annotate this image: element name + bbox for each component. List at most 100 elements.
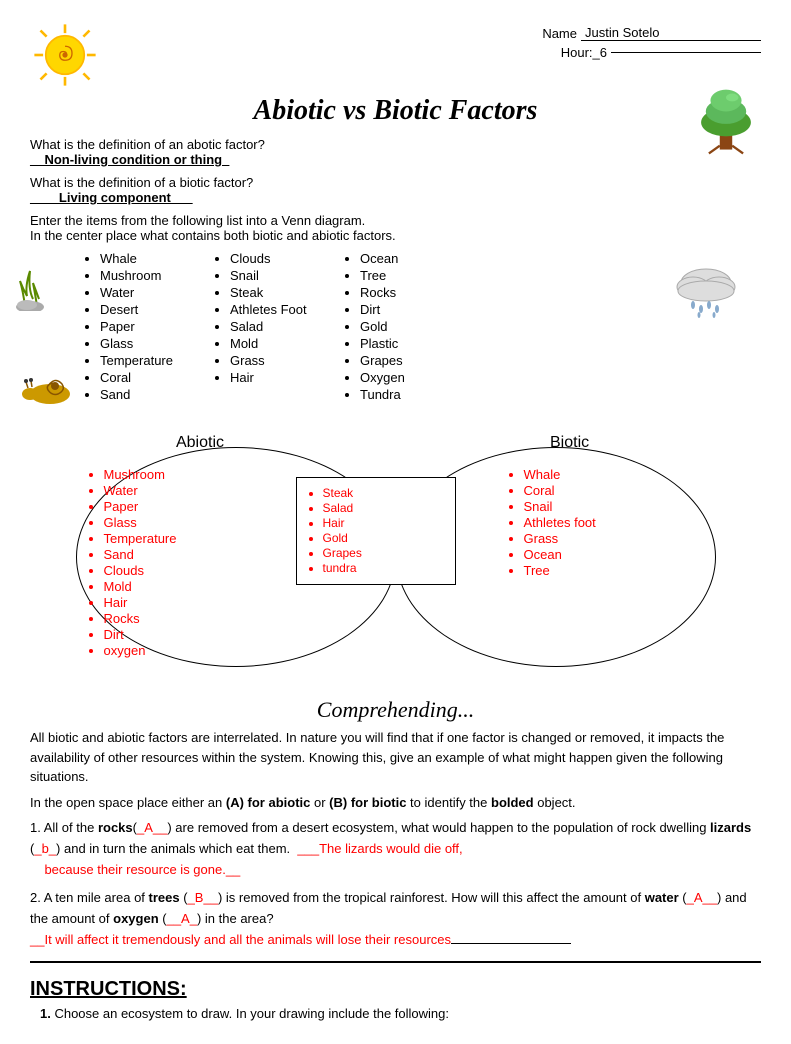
list-column-2: Clouds Snail Steak Athletes Foot Salad M… bbox=[210, 251, 330, 404]
biotic-answer: ____Living component___ bbox=[30, 190, 761, 205]
list-item: Snail bbox=[230, 268, 330, 283]
venn-center-item: tundra bbox=[323, 561, 447, 575]
biotic-def-section: What is the definition of a biotic facto… bbox=[30, 175, 761, 205]
instructions-item-1: 1. Choose an ecosystem to draw. In your … bbox=[40, 1006, 761, 1021]
list-item: Dirt bbox=[360, 302, 460, 317]
q1-text: 1. All of the rocks(_A__) are removed fr… bbox=[30, 818, 761, 860]
definitions-section: What is the definition of an abotic fact… bbox=[30, 137, 761, 167]
question-1: 1. All of the rocks(_A__) are removed fr… bbox=[30, 818, 761, 880]
item-list-section: Whale Mushroom Water Desert Paper Glass … bbox=[30, 251, 761, 404]
list-item: Sand bbox=[100, 387, 200, 402]
list-item: Paper bbox=[100, 319, 200, 334]
venn-list-item: Mushroom bbox=[104, 467, 286, 482]
title-row: Abiotic vs Biotic Factors bbox=[30, 95, 761, 127]
venn-left-list: Mushroom Water Paper Glass Temperature S… bbox=[86, 467, 286, 658]
list-item: Clouds bbox=[230, 251, 330, 266]
list-item: Oxygen bbox=[360, 370, 460, 385]
list-item: Whale bbox=[100, 251, 200, 266]
venn-right-list: Whale Coral Snail Athletes foot Grass Oc… bbox=[506, 467, 706, 578]
list-item: Grapes bbox=[360, 353, 460, 368]
venn-list-item: Grass bbox=[524, 531, 706, 546]
comprehending-para2: In the open space place either an (A) fo… bbox=[30, 793, 761, 813]
comprehending-para1: All biotic and abiotic factors are inter… bbox=[30, 728, 761, 787]
tree-icon bbox=[691, 85, 761, 155]
venn-diagram: Mushroom Water Paper Glass Temperature S… bbox=[56, 447, 736, 687]
venn-list-item: Sand bbox=[104, 547, 286, 562]
q2-answer: __It will affect it tremendously and all… bbox=[30, 930, 761, 951]
list-item: Temperature bbox=[100, 353, 200, 368]
venn-intro: Enter the items from the following list … bbox=[30, 213, 761, 243]
list-item: Hair bbox=[230, 370, 330, 385]
list-item: Tree bbox=[360, 268, 460, 283]
venn-center-item: Gold bbox=[323, 531, 447, 545]
list-column-1: Whale Mushroom Water Desert Paper Glass … bbox=[80, 251, 200, 404]
venn-center-item: Hair bbox=[323, 516, 447, 530]
list-item: Coral bbox=[100, 370, 200, 385]
venn-list-item: Dirt bbox=[104, 627, 286, 642]
snail-decoration bbox=[20, 366, 75, 409]
abiotic-question: What is the definition of an abotic fact… bbox=[30, 137, 761, 152]
list-item: Gold bbox=[360, 319, 460, 334]
venn-list-item: Temperature bbox=[104, 531, 286, 546]
sun-icon bbox=[30, 20, 100, 90]
venn-intro-line2: In the center place what contains both b… bbox=[30, 228, 761, 243]
header: Name Justin Sotelo Hour:_6 bbox=[30, 20, 761, 90]
list-item: Plastic bbox=[360, 336, 460, 351]
instructions-title: INSTRUCTIONS: bbox=[30, 978, 761, 1001]
list-item: Rocks bbox=[360, 285, 460, 300]
list-item: Desert bbox=[100, 302, 200, 317]
name-area: Name Justin Sotelo Hour:_6 bbox=[542, 25, 761, 64]
abiotic-answer: __Non-living condition or thing_ bbox=[30, 152, 761, 167]
venn-center-item: Salad bbox=[323, 501, 447, 515]
instructions-list: 1. Choose an ecosystem to draw. In your … bbox=[30, 1006, 761, 1021]
list-col3-items: Ocean Tree Rocks Dirt Gold Plastic Grape… bbox=[340, 251, 460, 402]
instructions-section: INSTRUCTIONS: 1. Choose an ecosystem to … bbox=[30, 978, 761, 1021]
venn-intro-line1: Enter the items from the following list … bbox=[30, 213, 761, 228]
venn-list-item: Whale bbox=[524, 467, 706, 482]
list-item: Tundra bbox=[360, 387, 460, 402]
list-item: Athletes Foot bbox=[230, 302, 330, 317]
list-item: Steak bbox=[230, 285, 330, 300]
name-label: Name bbox=[542, 26, 577, 41]
list-item: Mushroom bbox=[100, 268, 200, 283]
q1-answer-cont: because their resource is gone.__ bbox=[30, 860, 761, 881]
comprehending-section: Comprehending... All biotic and abiotic … bbox=[30, 697, 761, 951]
q1-answer: ___The lizards would die off, bbox=[297, 841, 462, 856]
venn-list-item: Mold bbox=[104, 579, 286, 594]
biotic-question: What is the definition of a biotic facto… bbox=[30, 175, 761, 190]
page-title: Abiotic vs Biotic Factors bbox=[254, 95, 538, 127]
q2-text: 2. A ten mile area of trees (_B__) is re… bbox=[30, 888, 761, 930]
venn-list-item: Rocks bbox=[104, 611, 286, 626]
venn-list-item: Glass bbox=[104, 515, 286, 530]
venn-center-item: Steak bbox=[323, 486, 447, 500]
venn-list-item: oxygen bbox=[104, 643, 286, 658]
venn-right-content: Whale Coral Snail Athletes foot Grass Oc… bbox=[506, 467, 706, 579]
list-col2-items: Clouds Snail Steak Athletes Foot Salad M… bbox=[210, 251, 330, 385]
venn-list-item: Hair bbox=[104, 595, 286, 610]
list-item: Ocean bbox=[360, 251, 460, 266]
list-col1-items: Whale Mushroom Water Desert Paper Glass … bbox=[80, 251, 200, 402]
venn-list-item: Athletes foot bbox=[524, 515, 706, 530]
venn-list-item: Paper bbox=[104, 499, 286, 514]
venn-list-item: Coral bbox=[524, 483, 706, 498]
venn-center-list: Steak Salad Hair Gold Grapes tundra bbox=[305, 486, 447, 575]
comprehending-title: Comprehending... bbox=[30, 697, 761, 723]
grass-decoration bbox=[15, 261, 65, 314]
bottom-divider bbox=[30, 961, 761, 963]
list-item: Grass bbox=[230, 353, 330, 368]
name-value: Justin Sotelo bbox=[581, 25, 761, 41]
venn-left-content: Mushroom Water Paper Glass Temperature S… bbox=[86, 467, 286, 659]
list-item: Water bbox=[100, 285, 200, 300]
venn-list-item: Clouds bbox=[104, 563, 286, 578]
hour-value bbox=[611, 52, 761, 53]
hour-label: Hour:_6 bbox=[561, 45, 607, 60]
question-2: 2. A ten mile area of trees (_B__) is re… bbox=[30, 888, 761, 950]
venn-list-item: Water bbox=[104, 483, 286, 498]
venn-center-item: Grapes bbox=[323, 546, 447, 560]
venn-list-item: Tree bbox=[524, 563, 706, 578]
rain-decoration bbox=[671, 261, 741, 324]
list-item: Glass bbox=[100, 336, 200, 351]
venn-center-content: Steak Salad Hair Gold Grapes tundra bbox=[296, 477, 456, 585]
venn-list-item: Snail bbox=[524, 499, 706, 514]
venn-list-item: Ocean bbox=[524, 547, 706, 562]
